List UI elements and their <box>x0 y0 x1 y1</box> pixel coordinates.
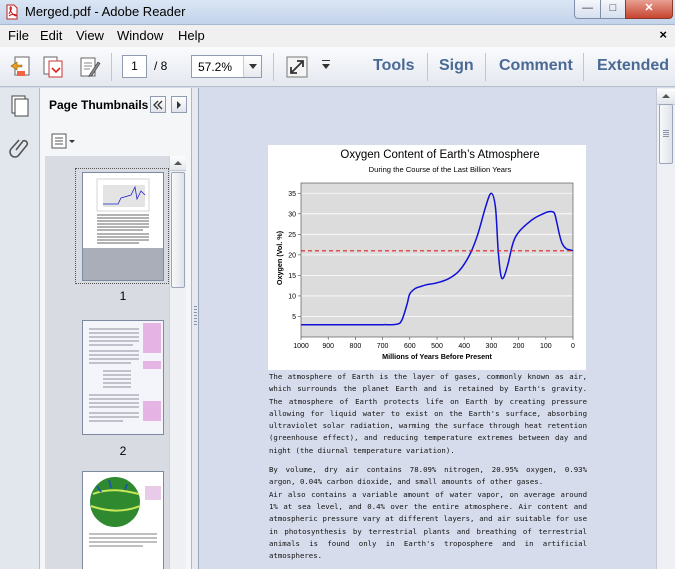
page-thumbnail[interactable] <box>82 320 164 435</box>
tools-pane-link[interactable]: Tools <box>373 57 414 75</box>
expand-panel-button[interactable] <box>171 96 187 113</box>
page-thumbnails-icon[interactable] <box>8 93 32 117</box>
body-paragraph: The atmosphere of Earth is the layer of … <box>269 372 587 455</box>
navigation-pane-strip <box>0 88 40 569</box>
double-chevron-left-icon <box>153 100 163 110</box>
toolbar-separator <box>273 53 274 81</box>
title-bar: Merged.pdf - Adobe Reader — □ ✕ <box>0 0 675 25</box>
x-axis-label: Millions of Years Before Present <box>382 352 492 361</box>
full-screen-icon[interactable] <box>284 54 310 80</box>
pdf-page: Oxygen Content of Earth’s Atmosphere Dur… <box>268 145 588 569</box>
menu-edit[interactable]: Edit <box>40 28 62 43</box>
scroll-up-arrow-icon[interactable] <box>170 156 186 171</box>
page-thumbnail-preview <box>83 472 163 569</box>
panel-splitter[interactable] <box>192 88 199 569</box>
thumbnail-options-icon[interactable] <box>50 132 78 150</box>
document-body-text: The atmosphere of Earth is the layer of … <box>269 371 587 562</box>
x-tick-label: 100 <box>540 343 552 350</box>
chart-title: Oxygen Content of Earth’s Atmosphere <box>340 149 539 161</box>
y-tick-label: 15 <box>288 273 296 280</box>
x-tick-label: 800 <box>350 343 362 350</box>
thumbnail-page-number: 1 <box>119 289 127 303</box>
toolbar-separator <box>485 53 486 81</box>
page-thumbnail-preview <box>83 321 163 434</box>
x-tick-label: 400 <box>458 343 470 350</box>
menu-file[interactable]: File <box>8 28 29 43</box>
document-scrollbar[interactable] <box>656 88 675 569</box>
close-window-button[interactable]: ✕ <box>625 0 673 19</box>
page-thumbnail[interactable] <box>82 471 164 569</box>
main-toolbar: 1 / 8 57.2% Tools Sign Comment Extended <box>0 47 675 87</box>
x-tick-label: 600 <box>404 343 416 350</box>
page-thumbnail-preview <box>83 173 163 280</box>
customize-toolbar-chevron-icon[interactable] <box>322 60 330 69</box>
y-tick-label: 25 <box>288 232 296 239</box>
thumbnails-panel: Page Thumbnails 1 2 <box>40 88 192 569</box>
thumbnail-page-number: 2 <box>119 444 127 458</box>
maximize-button[interactable]: □ <box>600 0 626 19</box>
menu-bar: File Edit View Window Help × <box>0 25 675 47</box>
body-paragraph: Air also contains a variable amount of w… <box>269 489 587 561</box>
y-axis-label: Oxygen (Vol. %) <box>275 230 284 285</box>
toolbar-separator <box>111 53 112 81</box>
x-tick-label: 1000 <box>293 343 309 350</box>
splitter-grip-icon <box>194 306 197 326</box>
body-paragraph: By volume, dry air contains 78.09% nitro… <box>269 465 587 487</box>
page-thumbnail[interactable] <box>82 172 164 281</box>
zoom-select[interactable]: 57.2% <box>191 55 262 78</box>
extended-pane-link[interactable]: Extended <box>597 57 669 75</box>
x-tick-label: 300 <box>486 343 498 350</box>
plot-area <box>301 183 573 337</box>
x-tick-label: 700 <box>377 343 389 350</box>
minimize-button[interactable]: — <box>574 0 601 19</box>
y-tick-label: 20 <box>288 252 296 259</box>
chevron-down-icon[interactable] <box>243 56 261 77</box>
y-tick-label: 10 <box>288 293 296 300</box>
menu-window[interactable]: Window <box>117 28 163 43</box>
scroll-up-arrow-icon[interactable] <box>657 89 675 105</box>
window-title: Merged.pdf - Adobe Reader <box>25 4 186 19</box>
page-total-label: / 8 <box>154 59 168 73</box>
collapse-panel-button[interactable] <box>150 96 166 113</box>
attachments-paperclip-icon[interactable] <box>8 136 32 160</box>
pdf-app-icon <box>6 4 18 20</box>
chart-subtitle: During the Course of the Last Billion Ye… <box>369 165 512 174</box>
document-view[interactable]: Oxygen Content of Earth’s Atmosphere Dur… <box>200 88 656 569</box>
chart-svg: Oxygen Content of Earth’s Atmosphere Dur… <box>275 149 575 361</box>
sign-pane-link[interactable]: Sign <box>439 57 474 75</box>
toolbar-separator <box>583 53 584 81</box>
x-tick-label: 500 <box>431 343 443 350</box>
thumbnails-scrollbar[interactable] <box>169 156 186 569</box>
y-tick-label: 5 <box>292 314 296 321</box>
menu-view[interactable]: View <box>76 28 104 43</box>
combine-files-icon[interactable] <box>40 54 66 80</box>
comment-pane-link[interactable]: Comment <box>499 57 573 75</box>
panel-title: Page Thumbnails <box>49 98 149 112</box>
x-tick-label: 900 <box>322 343 334 350</box>
y-tick-label: 35 <box>288 191 296 198</box>
page-number-input[interactable]: 1 <box>122 55 147 78</box>
close-document-icon[interactable]: × <box>659 27 667 42</box>
scrollbar-thumb[interactable] <box>171 172 185 288</box>
toolbar-separator <box>427 53 428 81</box>
create-pdf-icon[interactable] <box>8 54 34 80</box>
x-tick-label: 0 <box>571 343 575 350</box>
chevron-right-icon <box>177 101 181 109</box>
oxygen-chart: Oxygen Content of Earth’s Atmosphere Dur… <box>268 145 586 370</box>
y-tick-label: 30 <box>288 211 296 218</box>
menu-help[interactable]: Help <box>178 28 205 43</box>
edit-pdf-icon[interactable] <box>76 54 102 80</box>
zoom-value: 57.2% <box>198 60 233 74</box>
x-tick-label: 200 <box>513 343 525 350</box>
thumbnails-list[interactable]: 1 2 <box>45 156 170 569</box>
scrollbar-thumb[interactable] <box>659 104 673 164</box>
